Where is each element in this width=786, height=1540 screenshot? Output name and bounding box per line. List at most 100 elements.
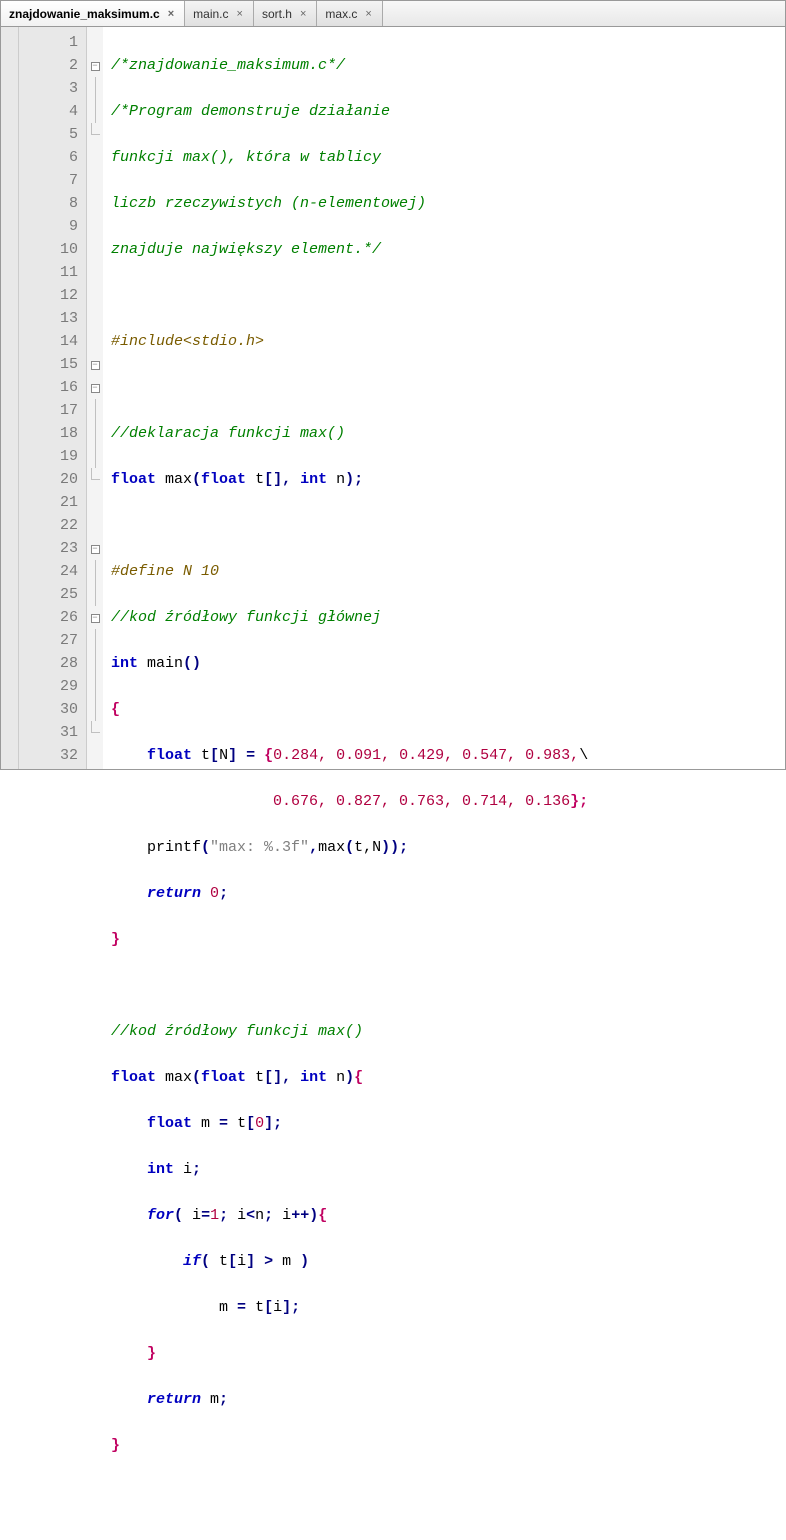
code-op: = [237, 1299, 246, 1316]
fold-guide [95, 583, 96, 606]
code-num: 0 [255, 1115, 264, 1132]
fold-cell[interactable]: − [87, 376, 103, 399]
fold-cell [87, 445, 103, 468]
fold-cell [87, 675, 103, 698]
code-kw: int [147, 1161, 174, 1178]
fold-toggle-icon[interactable]: − [91, 62, 100, 71]
fold-cell [87, 698, 103, 721]
code-op: > [255, 1253, 282, 1270]
code-op: )); [381, 839, 408, 856]
fold-cell [87, 399, 103, 422]
code-brace: } [147, 1345, 156, 1362]
code-ident: max [318, 839, 345, 856]
code-op: ( [174, 1207, 192, 1224]
fold-cell[interactable]: − [87, 353, 103, 376]
fold-cell[interactable]: − [87, 606, 103, 629]
code-op: [ [210, 747, 219, 764]
code-sp [111, 839, 147, 856]
fold-guide [95, 422, 96, 445]
code-op: [ [228, 1253, 237, 1270]
fold-cell [87, 307, 103, 330]
bookmark-margin[interactable] [1, 27, 19, 769]
code-ident: t [192, 747, 210, 764]
code-comment: znajduje największy element.*/ [111, 241, 381, 258]
fold-toggle-icon[interactable]: − [91, 384, 100, 393]
code-preproc: #define N 10 [111, 563, 219, 580]
line-number: 10 [19, 238, 78, 261]
fold-guide [95, 698, 96, 721]
close-icon[interactable]: × [298, 8, 308, 20]
code-ident: main [138, 655, 183, 672]
code-kw: float [201, 1069, 246, 1086]
code-ident: n [255, 1207, 264, 1224]
code-ident: t,N [354, 839, 381, 856]
fold-cell [87, 77, 103, 100]
code-area[interactable]: /*znajdowanie_maksimum.c*/ /*Program dem… [103, 27, 785, 769]
fold-cell [87, 560, 103, 583]
code-ident: m [192, 1115, 219, 1132]
line-number: 1 [19, 31, 78, 54]
close-icon[interactable]: × [166, 8, 176, 20]
code-brace: { [264, 747, 273, 764]
fold-toggle-icon[interactable]: − [91, 614, 100, 623]
fold-guide [95, 399, 96, 422]
line-number: 29 [19, 675, 78, 698]
fold-toggle-icon[interactable]: − [91, 361, 100, 370]
code-sp [111, 1391, 147, 1408]
code-comment: //kod źródłowy funkcji głównej [111, 609, 381, 626]
code-kw: float [201, 471, 246, 488]
code-op: ( [192, 471, 201, 488]
code-op: = [219, 1115, 228, 1132]
close-icon[interactable]: × [363, 8, 373, 20]
code-op: ; [264, 1207, 282, 1224]
code-ident: i [192, 1207, 201, 1224]
line-number: 14 [19, 330, 78, 353]
code-op: = [201, 1207, 210, 1224]
tab-sort[interactable]: sort.h × [254, 1, 317, 26]
line-number-gutter[interactable]: 1234567891011121314151617181920212223242… [19, 27, 87, 769]
fold-cell[interactable]: − [87, 54, 103, 77]
tab-label: sort.h [262, 7, 292, 21]
fold-cell [87, 169, 103, 192]
fold-toggle-icon[interactable]: − [91, 545, 100, 554]
line-number: 30 [19, 698, 78, 721]
line-number: 2 [19, 54, 78, 77]
code-ident: t [246, 1299, 264, 1316]
code-ident: t [246, 471, 264, 488]
fold-cell[interactable]: − [87, 537, 103, 560]
code-op: [ [246, 1115, 255, 1132]
fold-end-icon [91, 721, 100, 733]
code-kw: float [147, 747, 192, 764]
line-number: 16 [19, 376, 78, 399]
fold-cell [87, 330, 103, 353]
tab-znajdowanie-maksimum[interactable]: znajdowanie_maksimum.c × [1, 1, 185, 26]
code-sp [291, 471, 300, 488]
tab-label: max.c [325, 7, 357, 21]
fold-column[interactable]: − − − − − [87, 27, 103, 769]
fold-cell [87, 123, 103, 146]
code-kw: float [147, 1115, 192, 1132]
code-op: ; [192, 1161, 201, 1178]
tab-main[interactable]: main.c × [185, 1, 254, 26]
code-ident: m [201, 1391, 219, 1408]
fold-cell [87, 261, 103, 284]
code-kw: if [183, 1253, 201, 1270]
close-icon[interactable]: × [235, 8, 245, 20]
tab-max[interactable]: max.c × [317, 1, 382, 26]
line-number: 11 [19, 261, 78, 284]
line-number: 23 [19, 537, 78, 560]
fold-cell [87, 468, 103, 491]
fold-guide [95, 77, 96, 100]
line-number: 9 [19, 215, 78, 238]
code-comment: /*Program demonstruje działanie [111, 103, 390, 120]
code-editor[interactable]: 1234567891011121314151617181920212223242… [1, 27, 785, 769]
code-ident: N [219, 747, 228, 764]
fold-cell [87, 652, 103, 675]
code-comment: /*znajdowanie_maksimum.c*/ [111, 57, 345, 74]
line-number: 17 [19, 399, 78, 422]
line-number: 19 [19, 445, 78, 468]
line-number: 3 [19, 77, 78, 100]
code-sp [201, 885, 210, 902]
code-preproc: #include<stdio.h> [111, 333, 264, 350]
code-comment: liczb rzeczywistych (n-elementowej) [111, 195, 426, 212]
